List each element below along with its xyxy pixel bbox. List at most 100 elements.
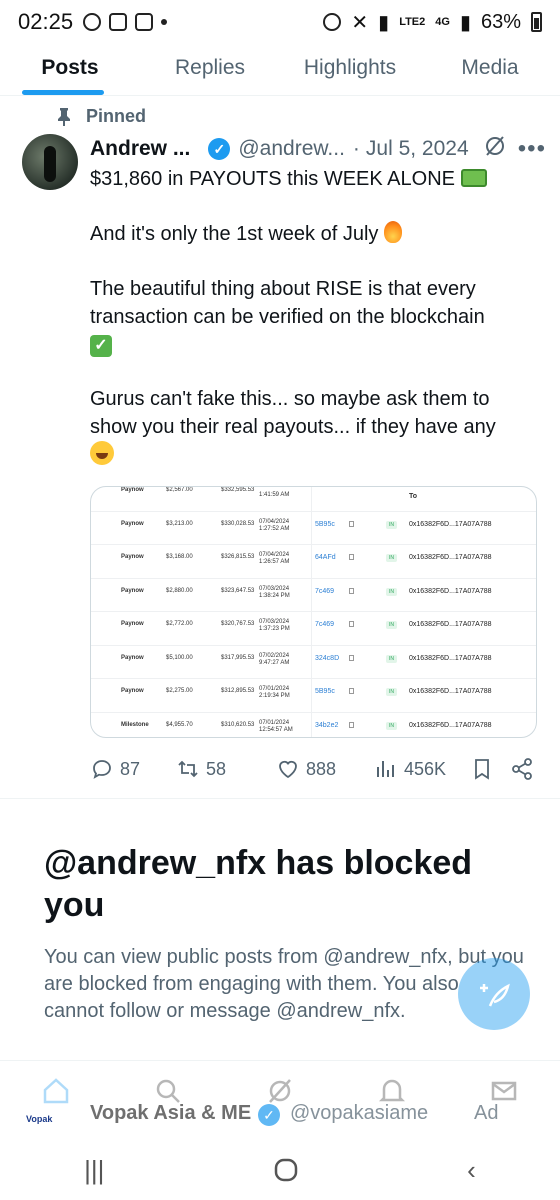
row-hash: 5B95c (315, 688, 335, 695)
like-count: 888 (306, 758, 337, 779)
profile-tabs: Posts Replies Highlights Media (0, 40, 560, 96)
like-button[interactable]: 888 (276, 757, 374, 781)
row-datetime: 07/04/2024 1:27:52 AM (259, 519, 289, 533)
copy-icon[interactable] (349, 520, 354, 527)
ad-row[interactable]: Vopak Vopak Asia & ME ✓ @vopakasiame Ad (0, 1076, 560, 1140)
repost-icon (178, 760, 198, 778)
post-line-4: Gurus can't fake this... so maybe ask th… (90, 388, 496, 438)
row-datetime: 07/01/2024 2:19:34 PM (259, 686, 290, 700)
row-amount: $3,168.00 (166, 554, 193, 560)
row-to-address: 0x16382F6D...17A07A788 (409, 688, 492, 695)
in-badge: IN (386, 654, 397, 663)
ad-name[interactable]: Vopak Asia & ME (90, 1102, 251, 1125)
row-amount: $2,772.00 (166, 621, 193, 627)
reply-count: 87 (120, 758, 141, 779)
row-date: 07/04/2024 (259, 518, 290, 525)
in-badge: IN (386, 688, 397, 696)
in-badge: IN (386, 587, 397, 596)
author-name[interactable]: Andrew ... (90, 137, 190, 161)
row-balance: $320,767.53 (221, 621, 255, 627)
row-datetime: 07/03/2024 1:38:24 PM (259, 586, 290, 600)
row-hash: 34b2e2 (315, 721, 339, 729)
share-icon (512, 758, 532, 780)
row-date: 07/03/2024 (259, 585, 290, 592)
row-hash: 64AFd (315, 554, 336, 561)
bookmark-icon (475, 759, 489, 780)
tab-media[interactable]: Media (420, 40, 560, 95)
repost-count: 58 (206, 758, 227, 779)
tab-highlights[interactable]: Highlights (280, 40, 420, 95)
table-row: Paynow $2,880.00 $323,647.53 07/03/2024 1:38… (91, 578, 536, 611)
views-button[interactable]: 456K (374, 757, 470, 781)
back-icon[interactable]: ‹ (467, 1155, 476, 1186)
row-date: 07/01/2024 (259, 719, 290, 726)
lte-label: LTE2 (399, 16, 426, 28)
copy-icon[interactable] (349, 554, 354, 560)
separator: · (352, 137, 360, 160)
avatar[interactable] (22, 134, 78, 190)
mute-icon: ✕ (351, 11, 369, 34)
home-icon[interactable] (41, 1076, 71, 1106)
post-text: $31,860 in PAYOUTS this WEEK ALONE And i… (90, 166, 540, 497)
share-button[interactable] (510, 757, 534, 781)
row-type: Paynow (121, 554, 144, 560)
row-to-address: 0x16382F6D...17A07A788 (409, 721, 492, 729)
compose-button[interactable] (458, 958, 530, 1030)
row-hash: 7c469 (315, 621, 335, 628)
row-datetime: 1:41:59 AM (259, 487, 290, 499)
row-date: 07/04/2024 (259, 552, 290, 558)
fire-icon (383, 221, 402, 243)
row-datetime: 07/04/2024 1:26:57 AM (259, 552, 289, 566)
bookmark-button[interactable] (470, 757, 510, 781)
copy-icon[interactable] (349, 587, 354, 594)
pinned-indicator: Pinned (56, 106, 146, 127)
in-badge: IN (386, 621, 397, 629)
post-line-1: $31,860 in PAYOUTS this WEEK ALONE (90, 168, 455, 190)
battery-icon (531, 12, 542, 32)
row-to-address: 0x16382F6D...17A07A788 (409, 554, 492, 561)
post-image[interactable]: To Paynow $2,567.00 $332,595.53 1:41:59 AM P… (90, 486, 537, 738)
table-row: 34b2e2IN0x16382F6D...17A07A788 (91, 737, 537, 738)
row-datetime: 07/03/2024 1:37:23 PM (259, 619, 290, 633)
copy-icon[interactable] (349, 688, 354, 694)
signal-icon: ▮ (378, 11, 390, 34)
row-time: 1:41:59 AM (259, 492, 290, 498)
home-circle-icon[interactable] (273, 1157, 299, 1183)
row-balance: $317,995.53 (221, 654, 255, 661)
checkmark-icon: ✓ (90, 335, 112, 357)
in-badge: IN (386, 520, 397, 529)
table-row: Paynow $2,567.00 $332,595.53 1:41:59 AM (91, 487, 536, 510)
row-time: 1:37:23 PM (259, 626, 290, 632)
ad-handle[interactable]: @vopakasiame (290, 1102, 428, 1125)
grok-icon[interactable] (483, 134, 507, 164)
row-date: 07/01/2024 (259, 686, 290, 692)
row-date: 07/02/2024 (259, 652, 290, 659)
recents-icon[interactable]: ||| (84, 1155, 104, 1186)
table-row: Paynow $3,168.00 $326,815.53 07/04/2024 1:26… (91, 544, 536, 577)
row-to-address: 0x16382F6D...17A07A788 (409, 587, 492, 595)
copy-icon[interactable] (349, 654, 354, 661)
post-date[interactable]: Jul 5, 2024 (366, 137, 469, 161)
reply-button[interactable]: 87 (90, 757, 176, 781)
row-time: 1:26:57 AM (259, 559, 290, 565)
repost-button[interactable]: 58 (176, 757, 276, 781)
blocked-title: @andrew_nfx has blocked you (44, 844, 473, 924)
row-amount: $2,880.00 (166, 587, 193, 594)
row-balance: $330,028.53 (221, 520, 255, 527)
row-amount: $2,567.00 (166, 487, 193, 493)
row-type: Paynow (121, 621, 144, 627)
post-actions: 87 58 888 456K (90, 752, 540, 786)
author-handle[interactable]: @andrew... (238, 137, 345, 161)
row-time: 12:54:57 AM (259, 726, 293, 733)
in-badge: IN (386, 721, 397, 730)
tab-posts[interactable]: Posts (0, 40, 140, 95)
transaction-table: To Paynow $2,567.00 $332,595.53 1:41:59 AM P… (91, 487, 537, 738)
copy-icon[interactable] (349, 621, 354, 627)
battery-text: 63% (480, 10, 521, 33)
copy-icon[interactable] (349, 721, 354, 728)
reply-icon (93, 760, 111, 779)
row-balance: $312,895.53 (221, 688, 255, 694)
more-options-icon[interactable]: ••• (518, 135, 546, 163)
tab-replies[interactable]: Replies (140, 40, 280, 95)
row-amount: $5,100.00 (166, 654, 193, 661)
